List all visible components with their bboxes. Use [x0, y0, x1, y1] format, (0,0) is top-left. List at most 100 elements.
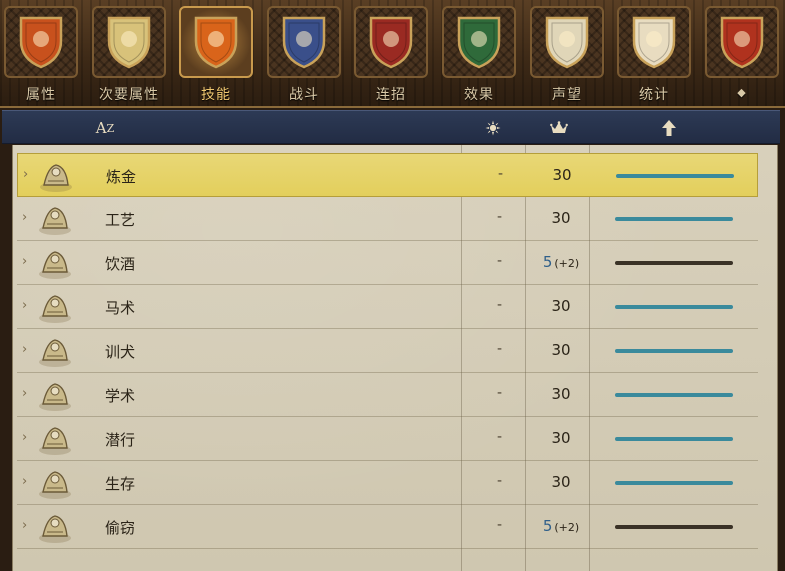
- skill-level: 30: [528, 166, 596, 184]
- skill-progress-bar: [615, 217, 733, 221]
- column-header: AZ: [2, 110, 780, 144]
- skill-level-value: 5: [542, 517, 553, 535]
- tab-frame: [705, 6, 779, 78]
- expand-chevron-icon[interactable]: ›: [22, 210, 27, 225]
- target-shield-icon: [632, 16, 676, 69]
- sort-alphabetical-button[interactable]: AZ: [88, 111, 122, 145]
- skill-progress-bar: [615, 349, 733, 353]
- tab-frame: [442, 6, 516, 78]
- skill-row[interactable]: › 饮酒 - 5 (+2): [17, 241, 758, 285]
- skill-level: 5 (+2): [527, 517, 595, 535]
- horse-icon: [39, 295, 71, 323]
- skill-level-value: 30: [551, 385, 571, 403]
- tab-9[interactable]: ◆: [701, 0, 783, 108]
- skill-row[interactable]: › 马术 - 30: [17, 285, 758, 329]
- tab-8[interactable]: 统计: [613, 0, 695, 108]
- stealth-icon: [39, 427, 71, 455]
- up-arrow-icon[interactable]: [652, 111, 686, 145]
- skill-progress-bar: [616, 174, 734, 178]
- skill-name: 马术: [105, 299, 136, 317]
- tab-label: 连招: [376, 87, 406, 103]
- skill-name: 学术: [105, 387, 136, 405]
- skill-progress-bar: [615, 393, 733, 397]
- tab-label: ◆: [737, 84, 746, 100]
- skill-level-value: 30: [552, 166, 572, 184]
- skill-level: 30: [527, 429, 595, 447]
- skill-level-value: 30: [551, 473, 571, 491]
- tab-frame: [92, 6, 166, 78]
- tab-label: 声望: [552, 87, 582, 103]
- skill-row[interactable]: › 训犬 - 30: [17, 329, 758, 373]
- skill-perk-count: -: [497, 429, 503, 445]
- sort-sub-label: Z: [106, 121, 115, 135]
- tab-label: 统计: [639, 87, 669, 103]
- skill-name: 工艺: [105, 211, 136, 229]
- skill-bonus: (+2): [554, 521, 580, 534]
- skills-panel: › 炼金 -30 › 工艺 -30 › 饮酒 -5 (+2) › 马术 -30 › 训犬 -30 › 学术 -30 ›…: [12, 145, 778, 571]
- tab-5[interactable]: 连招: [350, 0, 432, 108]
- book-icon: [39, 383, 71, 411]
- skill-name: 训犬: [105, 343, 136, 361]
- thief-icon: [39, 515, 71, 543]
- skill-perk-count: -: [497, 341, 503, 357]
- skill-row[interactable]: › 学术 - 30: [17, 373, 758, 417]
- skill-level: 30: [527, 209, 595, 227]
- tab-7[interactable]: 声望: [526, 0, 608, 108]
- skill-row[interactable]: › 潜行 - 30: [17, 417, 758, 461]
- skill-level-value: 30: [551, 297, 571, 315]
- skill-level-value: 30: [551, 341, 571, 359]
- tab-4[interactable]: 战斗: [263, 0, 345, 108]
- more-icon: ◆: [737, 86, 747, 99]
- skill-row[interactable]: › 炼金 - 30: [17, 153, 758, 197]
- tab-label: 效果: [464, 87, 494, 103]
- tab-2[interactable]: 次要属性: [88, 0, 170, 108]
- skill-name: 潜行: [105, 431, 136, 449]
- expand-chevron-icon[interactable]: ›: [22, 298, 27, 313]
- expand-chevron-icon[interactable]: ›: [23, 167, 28, 182]
- expand-chevron-icon[interactable]: ›: [22, 518, 27, 533]
- tab-frame: [4, 6, 78, 78]
- expand-chevron-icon[interactable]: ›: [22, 254, 27, 269]
- boar-shield-icon: [720, 16, 764, 69]
- tab-label: 属性: [26, 87, 56, 103]
- dog-icon: [39, 339, 71, 367]
- skill-name: 生存: [105, 475, 136, 493]
- tab-frame: [354, 6, 428, 78]
- cross-shield-icon: [107, 16, 151, 69]
- fist-shield-icon: [457, 16, 501, 69]
- expand-chevron-icon[interactable]: ›: [22, 474, 27, 489]
- skill-level: 30: [527, 385, 595, 403]
- craft-icon: [39, 207, 71, 235]
- tab-6[interactable]: 效果: [438, 0, 520, 108]
- skill-name: 饮酒: [105, 255, 136, 273]
- drinking-icon: [39, 251, 71, 279]
- skill-perk-count: -: [497, 473, 503, 489]
- skill-level: 30: [527, 473, 595, 491]
- knight-shield-icon: [19, 16, 63, 69]
- skill-perk-count: -: [498, 166, 504, 182]
- tab-label: 次要属性: [99, 87, 159, 103]
- skill-bonus: (+2): [554, 257, 580, 270]
- noose-shield-icon: [545, 16, 589, 69]
- sun-icon[interactable]: [476, 111, 510, 145]
- skill-level: 30: [527, 297, 595, 315]
- skill-row[interactable]: › 工艺 - 30: [17, 197, 758, 241]
- skill-perk-count: -: [497, 209, 503, 225]
- skill-row[interactable]: › 偷窃 - 5 (+2): [17, 505, 758, 549]
- skill-progress-bar: [615, 437, 733, 441]
- expand-chevron-icon[interactable]: ›: [22, 342, 27, 357]
- skill-perk-count: -: [497, 385, 503, 401]
- expand-chevron-icon[interactable]: ›: [22, 430, 27, 445]
- tab-3[interactable]: 技能: [175, 0, 257, 108]
- deer-icon: [39, 471, 71, 499]
- crown-icon[interactable]: [542, 111, 576, 145]
- skill-name: 炼金: [106, 168, 137, 186]
- tab-1[interactable]: 属性: [0, 0, 82, 108]
- tab-frame: [179, 6, 253, 78]
- expand-chevron-icon[interactable]: ›: [22, 386, 27, 401]
- skill-level: 5 (+2): [527, 253, 595, 271]
- tab-frame: [530, 6, 604, 78]
- alchemy-icon: [40, 164, 72, 192]
- skill-row[interactable]: › 生存 - 30: [17, 461, 758, 505]
- skill-perk-count: -: [497, 297, 503, 313]
